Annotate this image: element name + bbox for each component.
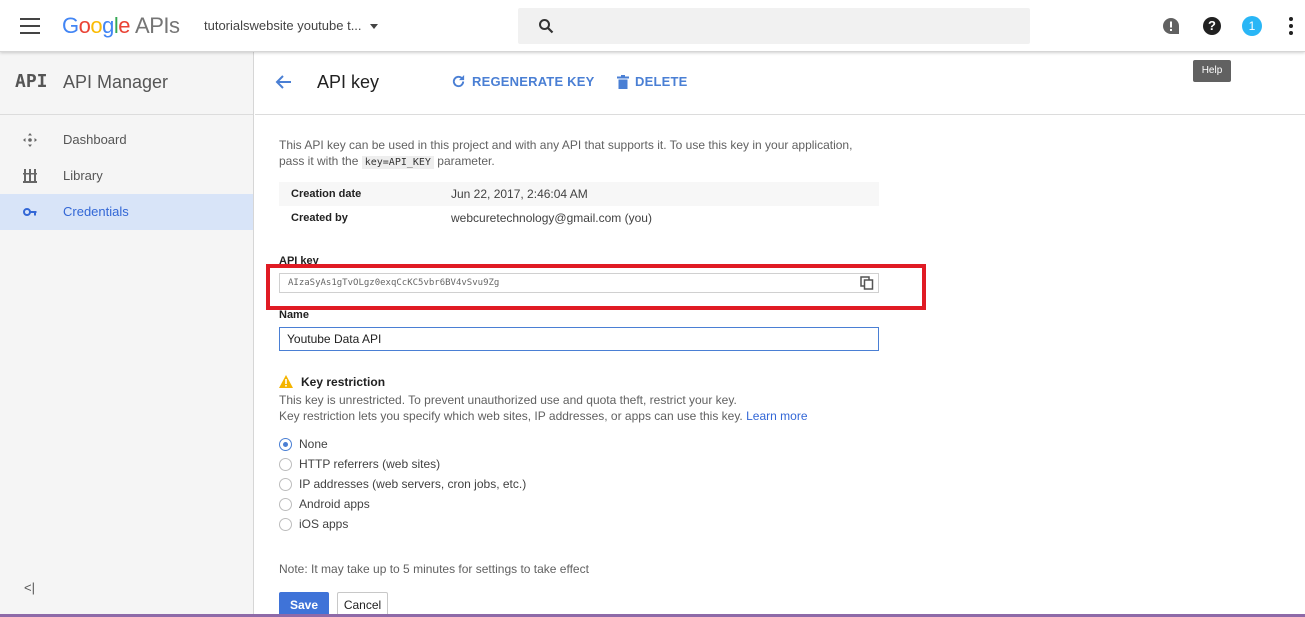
info-row-creation-date: Creation date Jun 22, 2017, 2:46:04 AM <box>279 182 879 206</box>
radio-button[interactable] <box>279 498 292 511</box>
sidebar-item-library[interactable]: Library <box>0 158 253 194</box>
menu-icon[interactable] <box>20 18 40 34</box>
back-arrow-icon[interactable] <box>275 73 293 91</box>
more-vert-icon[interactable] <box>1288 17 1294 35</box>
info-row-created-by: Created by webcuretechnology@gmail.com (… <box>291 211 652 225</box>
key-info-table: Creation date Jun 22, 2017, 2:46:04 AM C… <box>279 182 879 230</box>
radio-button[interactable] <box>279 518 292 531</box>
radio-option-android-apps[interactable]: Android apps <box>279 495 579 515</box>
library-icon <box>23 169 37 183</box>
help-tooltip: Help <box>1193 60 1231 82</box>
project-name: tutorialswebsite youtube t... <box>204 18 362 33</box>
google-apis-logo[interactable]: Google APIs <box>62 13 180 39</box>
sidebar-item-dashboard[interactable]: Dashboard <box>0 122 253 158</box>
radio-button[interactable] <box>279 438 292 451</box>
main-content: API key REGENERATE KEY DELETE This API k… <box>255 52 1305 617</box>
warning-icon <box>279 375 293 388</box>
refresh-icon <box>452 74 465 88</box>
feedback-icon[interactable] <box>1162 17 1180 35</box>
sidebar-title: API Manager <box>63 72 169 92</box>
search-bar[interactable] <box>518 8 1030 44</box>
collapse-sidebar-icon[interactable]: <| <box>24 580 35 595</box>
name-input[interactable] <box>279 327 879 351</box>
notification-badge[interactable]: 1 <box>1242 16 1262 36</box>
radio-option-ip-addresses[interactable]: IP addresses (web servers, cron jobs, et… <box>279 475 579 495</box>
top-app-bar: Google APIs tutorialswebsite youtube t...… <box>0 0 1305 52</box>
key-restriction-help: Key restriction lets you specify which w… <box>279 409 808 423</box>
regenerate-key-button[interactable]: REGENERATE KEY <box>451 74 594 89</box>
radio-option-http-referrers[interactable]: HTTP referrers (web sites) <box>279 455 579 475</box>
page-title: API key <box>317 72 380 92</box>
dashboard-icon <box>23 133 37 147</box>
caret-down-icon <box>369 24 378 30</box>
page-header: API key REGENERATE KEY DELETE <box>255 52 1305 115</box>
sidebar-header: API API Manager <box>0 52 253 115</box>
settings-note: Note: It may take up to 5 minutes for se… <box>279 562 589 576</box>
sidebar: API API Manager Dashboard Library Creden… <box>0 52 254 617</box>
radio-option-none[interactable]: None <box>279 435 579 455</box>
key-parameter-code: key=API_KEY <box>361 156 434 169</box>
api-key-description: This API key can be used in this project… <box>279 138 853 169</box>
learn-more-link[interactable]: Learn more <box>746 409 807 423</box>
key-icon <box>23 208 37 216</box>
trash-icon <box>617 75 629 89</box>
key-restriction-options: None HTTP referrers (web sites) IP addre… <box>279 435 579 535</box>
key-restriction-title: Key restriction <box>301 375 386 389</box>
search-icon <box>539 19 554 34</box>
delete-button[interactable]: DELETE <box>617 74 687 89</box>
sidebar-item-credentials[interactable]: Credentials <box>0 194 253 230</box>
project-selector[interactable]: tutorialswebsite youtube t... <box>204 18 378 33</box>
radio-button[interactable] <box>279 458 292 471</box>
key-restriction-warning: This key is unrestricted. To prevent una… <box>279 393 737 407</box>
name-label: Name <box>279 309 309 321</box>
help-icon[interactable]: ? <box>1203 17 1221 35</box>
api-logo: API <box>15 71 48 92</box>
radio-option-ios-apps[interactable]: iOS apps <box>279 515 579 535</box>
radio-button[interactable] <box>279 478 292 491</box>
api-key-highlight-box <box>266 264 926 310</box>
